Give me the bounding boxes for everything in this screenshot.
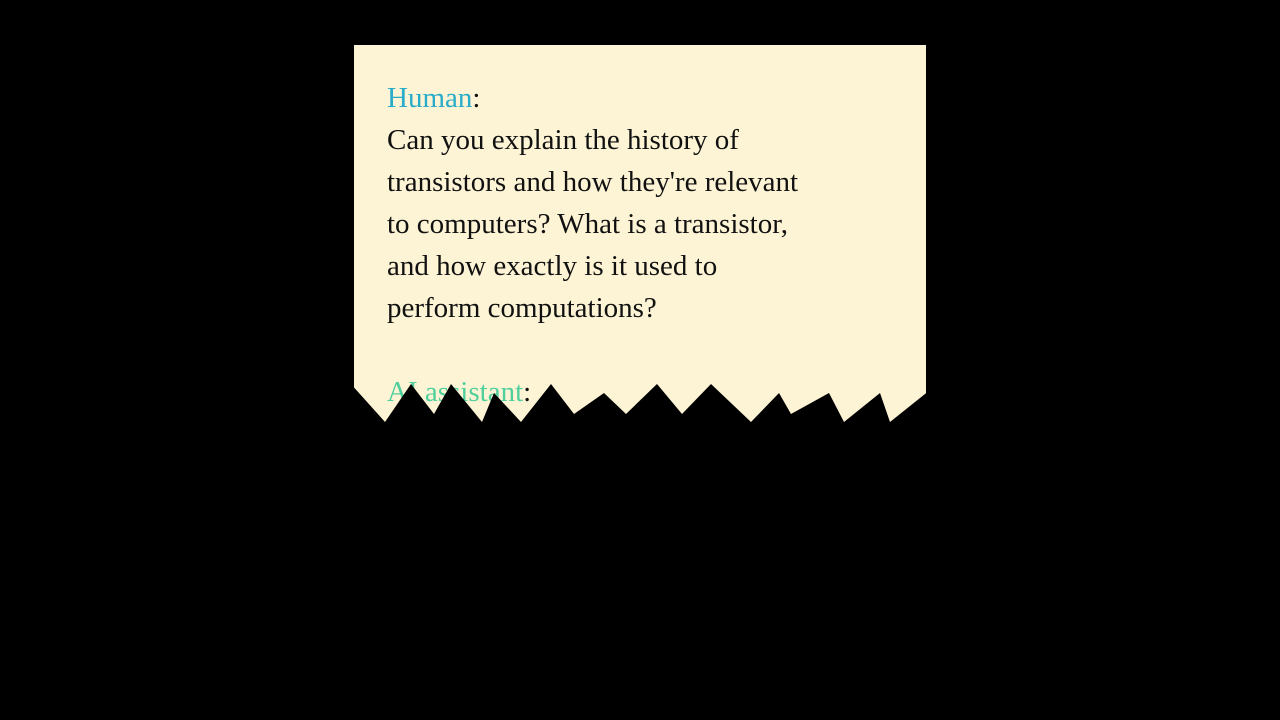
torn-edge: [350, 383, 930, 720]
